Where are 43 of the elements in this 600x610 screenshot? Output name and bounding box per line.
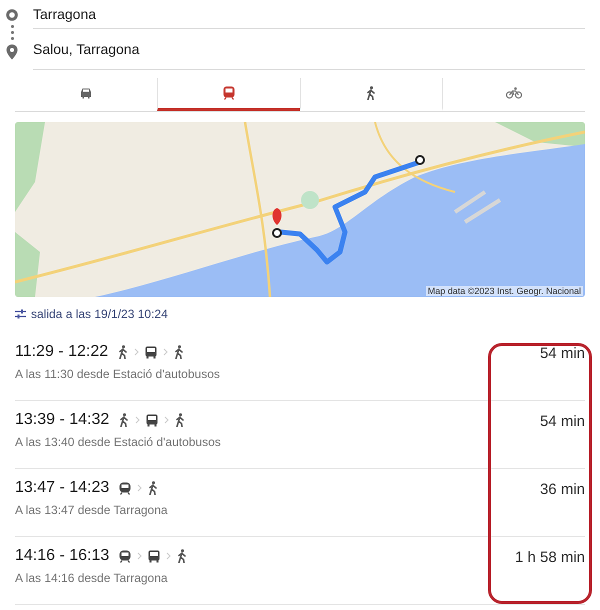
chevron-icon: [166, 552, 172, 560]
destination-field[interactable]: Salou, Tarragona: [33, 29, 585, 70]
route-duration: 1 h 58 min: [514, 548, 585, 566]
route-departure-detail: A las 11:30 desde Estació d'autobusos: [15, 367, 220, 381]
route-duration: 54 min: [540, 344, 585, 362]
route-times: 14:16 - 16:13: [15, 547, 110, 565]
train-icon: [222, 86, 235, 100]
departure-time-link[interactable]: salida a las 19/1/23 10:24: [31, 307, 168, 321]
origin-circle-icon: [6, 9, 18, 21]
bus-icon: [145, 346, 158, 358]
route-departure-detail: A las 13:47 desde Tarragona: [15, 503, 168, 517]
walking-person-icon: [177, 549, 188, 563]
chevron-icon: [163, 348, 168, 356]
route-times: 13:47 - 14:23: [15, 479, 110, 497]
chevron-icon: [137, 484, 142, 492]
chevron-icon: [134, 348, 140, 356]
origin-field[interactable]: Tarragona: [33, 0, 585, 29]
bus-icon: [148, 550, 160, 562]
route-departure-detail: A las 14:16 desde Tarragona: [15, 571, 168, 585]
route-times: 13:39 - 14:32: [15, 411, 110, 429]
bus-icon: [146, 414, 158, 426]
chevron-icon: [137, 552, 142, 560]
walking-person-icon: [118, 345, 128, 359]
train-icon: [119, 482, 132, 494]
location-pin-icon: [6, 44, 18, 60]
train-icon: [119, 550, 132, 562]
walking-person-icon: [366, 86, 376, 100]
route-dots-icon: [10, 25, 14, 40]
walking-person-icon: [175, 413, 186, 427]
walking-person-icon: [119, 413, 130, 427]
walking-person-icon: [174, 345, 184, 359]
map-attribution: Map data ©2023 Inst. Geogr. Nacional: [426, 286, 583, 296]
bicycle-icon: [506, 87, 522, 99]
chevron-icon: [135, 416, 140, 424]
route-departure-detail: A las 13:40 desde Estació d'autobusos: [15, 435, 221, 449]
route-times: 11:29 - 12:22: [15, 343, 108, 361]
walking-person-icon: [148, 481, 158, 495]
transit-mode-tab[interactable]: [156, 78, 300, 111]
chevron-icon: [164, 416, 170, 424]
sliders-icon[interactable]: [15, 309, 26, 319]
route-duration: 36 min: [540, 480, 585, 498]
route-duration: 54 min: [540, 412, 585, 430]
car-icon: [78, 87, 93, 99]
